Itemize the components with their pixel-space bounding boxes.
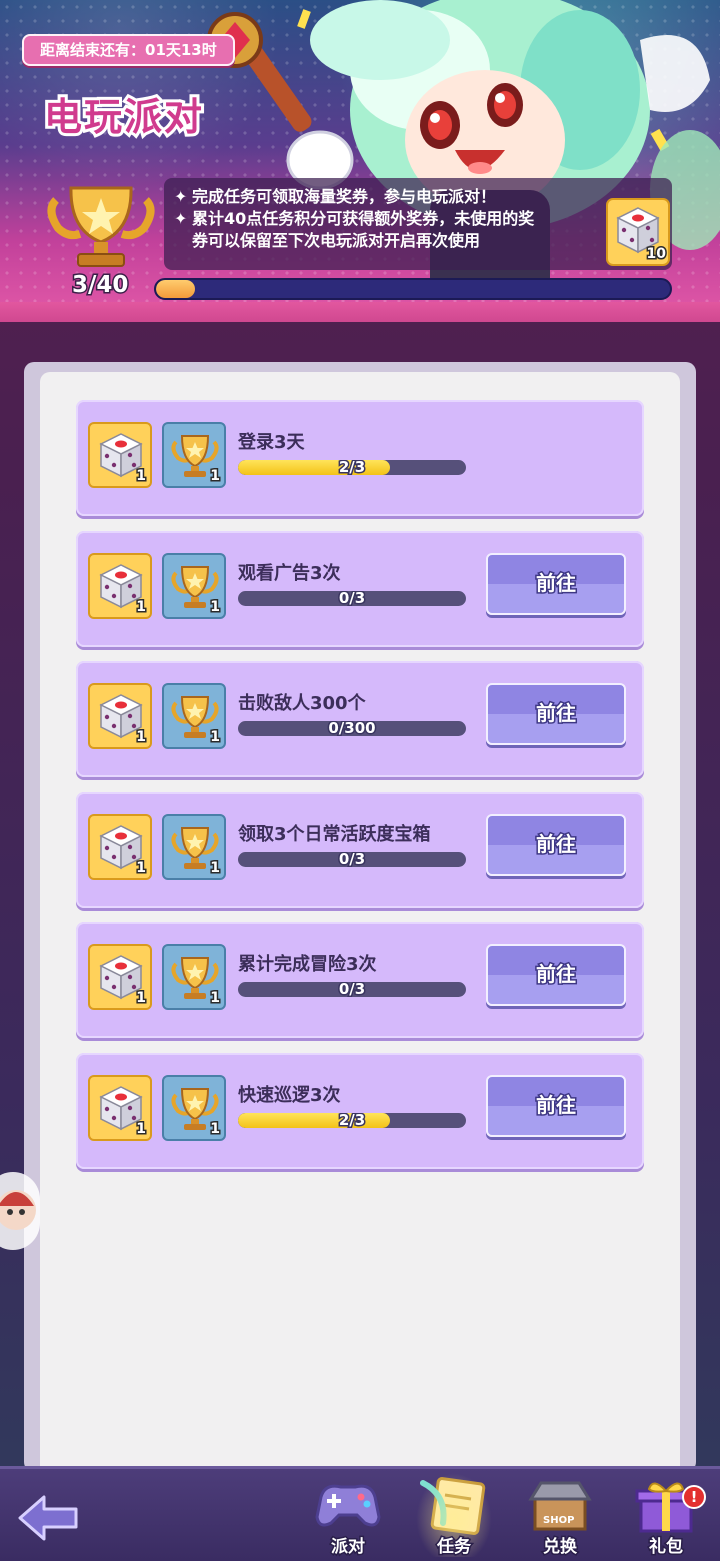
score-counter: 3/40 (70, 271, 129, 300)
task-progress-text: 0/3 (337, 982, 366, 998)
svg-text:SHOP: SHOP (543, 1515, 574, 1526)
event-timer: 距离结束还有：01天13时 (22, 34, 235, 66)
dice-ticket-reward: 1 (88, 422, 152, 488)
task-card: 1 1 领取3个日常活跃度宝箱 0/3 前往 (76, 791, 644, 908)
task-progress-bar: 0/3 (238, 982, 466, 998)
task-title: 观看广告3次 (238, 562, 341, 584)
trophy-reward-count: 1 (209, 989, 222, 1008)
task-progress-text: 0/3 (337, 851, 366, 867)
nav-tab-gift[interactable]: ! 礼包 (620, 1475, 712, 1561)
sparkle-icon: ✦ (174, 209, 188, 228)
dice-reward-count: 1 (135, 858, 148, 877)
task-title: 领取3个日常活跃度宝箱 (238, 823, 431, 845)
dice-reward-count: 1 (135, 1120, 148, 1139)
bottom-nav: 派对 任务 SHOP 兑换 ! 礼包 (0, 1466, 720, 1561)
back-button[interactable] (14, 1489, 84, 1547)
task-card: 1 1 击败敌人300个 0/300 前往 (76, 661, 644, 778)
desc-line-3: 券可以保留至下次电玩派对开启再次使用 (192, 231, 481, 250)
task-progress-text: 2/3 (337, 460, 366, 475)
gamepad-icon (315, 1484, 381, 1527)
dice-reward-count: 1 (135, 728, 148, 747)
dice-ticket-reward: 1 (88, 1075, 152, 1141)
nav-label-exchange: 兑换 (542, 1536, 579, 1559)
nav-label-gift: 礼包 (648, 1536, 685, 1559)
trophy-reward-count: 1 (209, 728, 222, 747)
task-title: 击败敌人300个 (238, 693, 366, 715)
event-title: 电玩派对 (41, 92, 205, 142)
go-button[interactable]: 前往 (486, 813, 626, 876)
event-progress-fill (156, 280, 195, 298)
desc-line-2: 累计40点任务积分可获得额外奖券，未使用的奖 (192, 209, 535, 228)
go-button[interactable]: 前往 (486, 944, 626, 1007)
trophy-point-reward: 1 (162, 1075, 226, 1141)
back-arrow-icon (18, 1495, 78, 1541)
avatar-icon (0, 1190, 36, 1230)
nav-label-tasks: 任务 (436, 1536, 473, 1559)
task-card: 1 1 登录3天 2/3 (76, 400, 644, 516)
task-progress-text: 0/300 (327, 721, 377, 737)
task-card: 1 1 快速巡逻3次 2/3 前往 (76, 1053, 644, 1169)
dice-reward-count: 1 (135, 467, 148, 486)
notification-badge: ! (682, 1485, 706, 1509)
reward-count: 10 (645, 245, 668, 264)
trophy-reward-count: 1 (209, 597, 222, 616)
trophy-icon (47, 186, 155, 267)
event-banner: 距离结束还有：01天13时 电玩派对 3/40 ✦ 完成任务可领取海量奖券，参与电… (0, 0, 720, 322)
nav-tab-exchange[interactable]: SHOP 兑换 (514, 1475, 606, 1561)
task-title: 登录3天 (238, 432, 305, 453)
task-progress-bar: 0/300 (238, 721, 466, 737)
trophy-reward-count: 1 (209, 1120, 222, 1139)
task-progress-bar: 0/3 (238, 851, 466, 867)
dice-reward-count: 1 (135, 597, 148, 616)
nav-tab-party[interactable]: 派对 (302, 1475, 394, 1561)
nav-tab-tasks[interactable]: 任务 (408, 1473, 500, 1561)
task-progress-bar: 0/3 (238, 590, 466, 606)
reward-ticket[interactable]: 10 (606, 198, 670, 266)
task-scroll-icon (420, 1477, 486, 1535)
task-progress-text: 0/3 (337, 590, 366, 606)
dice-ticket-reward: 1 (88, 683, 152, 750)
dice-ticket-reward: 1 (88, 813, 152, 880)
dice-reward-count: 1 (135, 989, 148, 1008)
trophy-point-reward: 1 (162, 683, 226, 750)
shop-icon: SHOP (528, 1481, 592, 1531)
trophy-point-reward: 1 (162, 944, 226, 1011)
event-description: ✦ 完成任务可领取海量奖券，参与电玩派对！ ✦ 累计40点任务积分可获得额外奖券，未… (164, 178, 672, 270)
dice-ticket-reward: 1 (88, 944, 152, 1011)
task-card: 1 1 观看广告3次 0/3 前往 (76, 530, 644, 647)
floating-assistant-bubble[interactable] (0, 1172, 40, 1250)
dice-ticket-reward: 1 (88, 552, 152, 619)
sparkle-icon: ✦ (174, 187, 188, 206)
go-button[interactable]: 前往 (486, 683, 626, 746)
trophy-point-reward: 1 (162, 552, 226, 619)
task-title: 累计完成冒险3次 (238, 954, 377, 976)
task-progress-bar: 2/3 (238, 1113, 466, 1128)
go-button[interactable]: 前往 (486, 1075, 626, 1137)
desc-line-1: 完成任务可领取海量奖券，参与电玩派对！ (192, 187, 497, 206)
task-card: 1 1 累计完成冒险3次 0/3 前往 (76, 922, 644, 1039)
trophy-reward-count: 1 (209, 858, 222, 877)
go-button[interactable]: 前往 (486, 552, 626, 615)
task-progress-text: 2/3 (337, 1113, 366, 1128)
nav-label-party: 派对 (330, 1536, 367, 1559)
task-progress-bar: 2/3 (238, 460, 466, 475)
task-title: 快速巡逻3次 (238, 1085, 341, 1106)
trophy-reward-count: 1 (209, 467, 222, 486)
event-progress-bar (154, 278, 672, 300)
trophy-point-reward: 1 (162, 422, 226, 488)
trophy-point-reward: 1 (162, 813, 226, 880)
